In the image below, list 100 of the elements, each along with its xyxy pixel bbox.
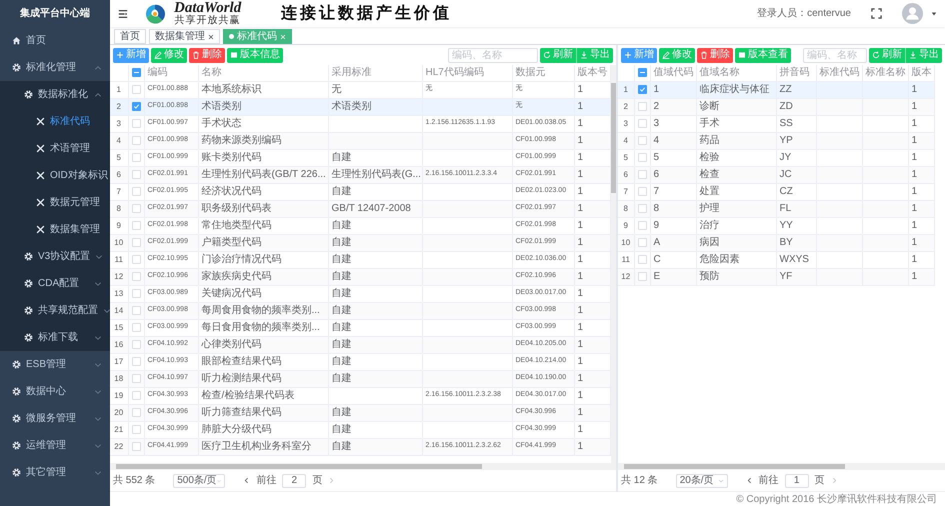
page-size-select[interactable]: 20条/页 <box>676 474 728 488</box>
checkbox[interactable] <box>132 68 140 78</box>
toolbar-button[interactable]: 刷新 <box>540 48 577 62</box>
sidebar-item[interactable]: 数据集管理 <box>0 216 110 243</box>
sidebar-item[interactable]: 其它管理 <box>0 459 110 486</box>
avatar-icon[interactable] <box>902 3 923 24</box>
tab[interactable]: 标准代码 <box>223 29 292 44</box>
sidebar-item[interactable]: V3协议配置 <box>0 243 110 270</box>
sidebar-item[interactable]: 标准代码 <box>0 108 110 135</box>
sidebar-item[interactable]: 数据标准化 <box>0 81 110 108</box>
search-field[interactable]: 编码、名称 <box>803 48 867 62</box>
row-number: 7 <box>618 183 634 200</box>
row-number: 6 <box>110 166 128 183</box>
toolbar-button[interactable]: 新增 <box>113 48 149 62</box>
horizontal-scrollbar[interactable] <box>618 463 945 470</box>
column-header[interactable]: 名称 <box>198 65 328 81</box>
table-cell: 门诊治疗情况代码 <box>198 251 328 268</box>
column-header[interactable]: 值域名称 <box>696 65 776 81</box>
sidebar-item[interactable]: 数据中心 <box>0 378 110 405</box>
download-icon <box>580 51 588 59</box>
table-cell: 1 <box>574 200 610 217</box>
sidebar-item[interactable]: CDA配置 <box>0 270 110 297</box>
prev-page-icon[interactable] <box>243 477 250 484</box>
table-cell: 术语类别 <box>328 98 422 115</box>
checkbox[interactable] <box>638 68 646 78</box>
tools-icon <box>36 144 45 153</box>
sidebar-item[interactable]: 标准下载 <box>0 324 110 351</box>
column-header[interactable]: 标准名称 <box>862 65 908 81</box>
toolbar-button[interactable]: 导出 <box>577 48 613 62</box>
column-header[interactable]: 版本号 <box>574 65 610 81</box>
toolbar-button[interactable]: 修改 <box>151 48 187 62</box>
column-header[interactable]: 采用标准 <box>328 65 422 81</box>
column-header[interactable]: 值域代码 <box>650 65 696 81</box>
toolbar-button[interactable]: 删除 <box>189 48 225 62</box>
page-input[interactable]: 1 <box>784 474 809 488</box>
chevron-down-icon <box>94 468 102 476</box>
column-header[interactable]: 版本 <box>908 65 934 81</box>
table-cell: 1 <box>574 285 610 302</box>
column-header[interactable]: 标准代码 <box>816 65 862 81</box>
toolbar-button[interactable]: 版本查看 <box>735 48 791 62</box>
table-cell: 处置 <box>696 183 776 200</box>
download-icon <box>909 51 917 59</box>
sidebar-item[interactable]: OID对象标识 <box>0 162 110 189</box>
toolbar-button[interactable]: 版本信息 <box>227 48 283 62</box>
gear-icon <box>12 387 21 396</box>
checkbox[interactable] <box>638 85 646 94</box>
page-input[interactable]: 2 <box>282 474 306 488</box>
table-cell: ZZ <box>776 81 816 98</box>
table-cell: 1 <box>574 421 610 438</box>
next-page-icon[interactable] <box>328 477 336 484</box>
column-header[interactable]: 拼音码 <box>776 65 816 81</box>
row-number: 5 <box>618 149 634 166</box>
table-cell: 心律类别代码 <box>198 336 328 353</box>
chevron-down-icon <box>94 442 102 450</box>
row-number: 9 <box>110 217 128 234</box>
prev-page-icon[interactable] <box>746 477 753 484</box>
plus-icon <box>624 51 632 59</box>
caret-icon[interactable] <box>931 10 937 16</box>
table-cell: 自建 <box>328 234 422 251</box>
toolbar-button[interactable]: 删除 <box>697 48 733 62</box>
close-icon[interactable] <box>208 34 214 40</box>
sidebar-item[interactable]: 共享规范配置 <box>0 297 110 324</box>
gear-icon <box>24 90 33 99</box>
book-icon <box>738 51 746 59</box>
table-cell: 1 <box>574 370 610 387</box>
table-cell: 自建 <box>328 336 422 353</box>
row-number: 16 <box>110 336 128 353</box>
checkbox[interactable] <box>132 102 140 111</box>
vertical-scrollbar[interactable] <box>610 65 616 463</box>
tab[interactable]: 数据集管理 <box>149 29 220 44</box>
table-cell: 1 <box>574 319 610 336</box>
sidebar-item[interactable]: 术语管理 <box>0 135 110 162</box>
menu-icon[interactable] <box>118 8 128 18</box>
toolbar-button[interactable]: 刷新 <box>869 48 906 62</box>
sidebar-item[interactable]: 标准化管理 <box>0 54 110 81</box>
toolbar-button[interactable]: 修改 <box>659 48 695 62</box>
toolbar-button[interactable]: 导出 <box>906 48 942 62</box>
chevron-down-icon <box>718 478 724 484</box>
sidebar-item[interactable]: 首页 <box>0 27 110 54</box>
column-header[interactable]: HL7代码编码 <box>422 65 512 81</box>
sidebar-item[interactable]: 数据元管理 <box>0 189 110 216</box>
column-header[interactable]: 编码 <box>144 65 198 81</box>
toolbar-button[interactable]: 新增 <box>621 48 657 62</box>
chevron-down-icon <box>103 306 111 314</box>
next-page-icon[interactable] <box>830 477 838 484</box>
search-field[interactable]: 编码、名称 <box>448 48 538 62</box>
table-cell: 账卡类别代码 <box>198 149 328 166</box>
goto-label: 前往 <box>758 474 779 488</box>
table-cell: 生理性别代码表(GB/T 226... <box>198 166 328 183</box>
sidebar-item[interactable]: 运维管理 <box>0 432 110 459</box>
table-cell: 听力筛查结果代码 <box>198 404 328 421</box>
column-header[interactable]: 数据元 <box>512 65 574 81</box>
horizontal-scrollbar[interactable] <box>110 463 616 470</box>
fullscreen-icon[interactable] <box>871 8 882 19</box>
sidebar-item[interactable]: ESB管理 <box>0 351 110 378</box>
tab[interactable]: 首页 <box>114 29 146 44</box>
table-cell: 诊断 <box>696 98 776 115</box>
sidebar-item[interactable]: 微服务管理 <box>0 405 110 432</box>
page-size-select[interactable]: 500条/页 <box>173 474 226 488</box>
table-cell: 1 <box>574 81 610 98</box>
